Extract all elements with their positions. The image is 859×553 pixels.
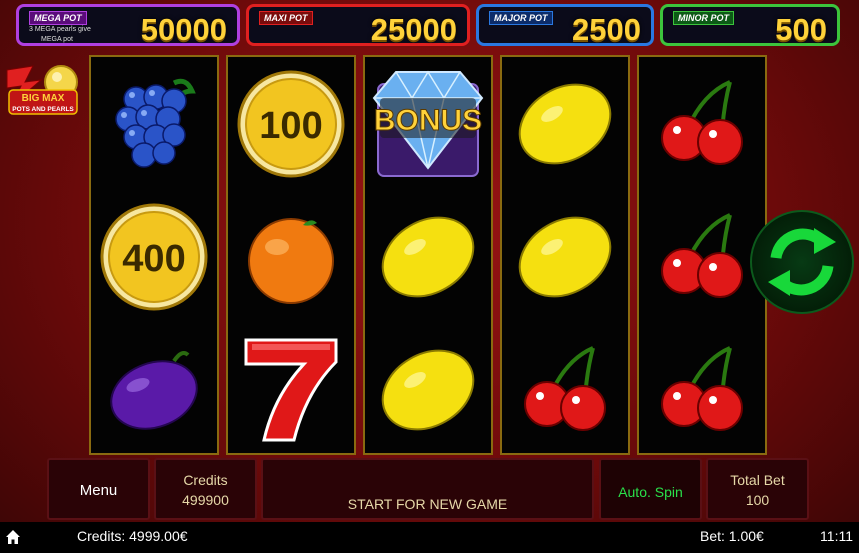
credits-label: Credits [183, 472, 228, 488]
refresh-icon [768, 228, 836, 296]
coin-400-icon: 400 [91, 190, 217, 323]
mega-pot-value: 50000 [140, 12, 227, 47]
mega-pot-label: MEGA POT [29, 11, 87, 25]
home-icon[interactable] [5, 529, 21, 545]
bonus-diamond-icon: BONUS [365, 57, 491, 190]
lemon-icon [365, 323, 491, 456]
reel-5 [637, 55, 767, 455]
logo-line-1: BIG MAX [22, 93, 65, 104]
mega-pot-note-2: MEGA pot [41, 36, 73, 43]
mega-pot-note-1: 3 MEGA pearls give [29, 26, 91, 33]
mega-pot: MEGA POT 3 MEGA pearls give MEGA pot 500… [16, 4, 240, 47]
jackpot-bar: MEGA POT 3 MEGA pearls give MEGA pot 500… [0, 0, 859, 52]
cherries-icon [639, 323, 765, 456]
minor-pot: MINOR POT 500 [660, 4, 840, 47]
minor-pot-value: 500 [775, 12, 827, 47]
status-bar: Credits: 4999.00€ Bet: 1.00€ 11:11 [0, 522, 859, 553]
cherries-icon [639, 190, 765, 323]
lemon-icon [365, 190, 491, 323]
cherries-icon [502, 323, 628, 456]
bonus-label: BONUS [374, 104, 482, 137]
coin-100-value: 100 [259, 105, 322, 147]
menu-button[interactable]: Menu [47, 458, 150, 520]
reel-3: BONUS [363, 55, 493, 455]
maxi-pot: MAXI POT 25000 [246, 4, 470, 47]
status-time: 11:11 [820, 528, 853, 544]
orange-icon [228, 190, 354, 323]
total-bet-button[interactable]: Total Bet 100 [706, 458, 809, 520]
auto-spin-button[interactable]: Auto. Spin [599, 458, 702, 520]
major-pot: MAJOR POT 2500 [476, 4, 654, 47]
status-bet: Bet: 1.00€ [700, 528, 764, 544]
coin-100-icon: 100 [228, 57, 354, 190]
status-credits: Credits: 4999.00€ [77, 528, 188, 544]
auto-spin-label: Auto. Spin [618, 484, 683, 500]
credits-display: Credits 499900 [154, 458, 257, 520]
seven-icon [228, 323, 354, 456]
cherries-icon [639, 57, 765, 190]
minor-pot-label: MINOR POT [673, 11, 734, 25]
lemon-icon [502, 57, 628, 190]
spin-button[interactable] [750, 210, 854, 314]
coin-400-value: 400 [122, 238, 185, 280]
reel-2: 100 [226, 55, 356, 455]
game-logo: BIG MAX POTS AND PEARLS [3, 60, 83, 118]
lemon-icon [502, 190, 628, 323]
credits-value: 499900 [182, 492, 229, 508]
reel-4 [500, 55, 630, 455]
total-bet-value: 100 [745, 492, 770, 508]
reel-1: 400 [89, 55, 219, 455]
message-panel: START FOR NEW GAME [261, 458, 594, 520]
total-bet-label: Total Bet [730, 472, 785, 488]
menu-label: Menu [79, 482, 118, 499]
major-pot-value: 2500 [572, 12, 641, 47]
plum-icon [91, 323, 217, 456]
grapes-icon [91, 57, 217, 190]
maxi-pot-value: 25000 [370, 12, 457, 47]
logo-line-2: POTS AND PEARLS [12, 106, 74, 113]
maxi-pot-label: MAXI POT [259, 11, 313, 25]
major-pot-label: MAJOR POT [489, 11, 553, 25]
game-message: START FOR NEW GAME [347, 496, 508, 512]
